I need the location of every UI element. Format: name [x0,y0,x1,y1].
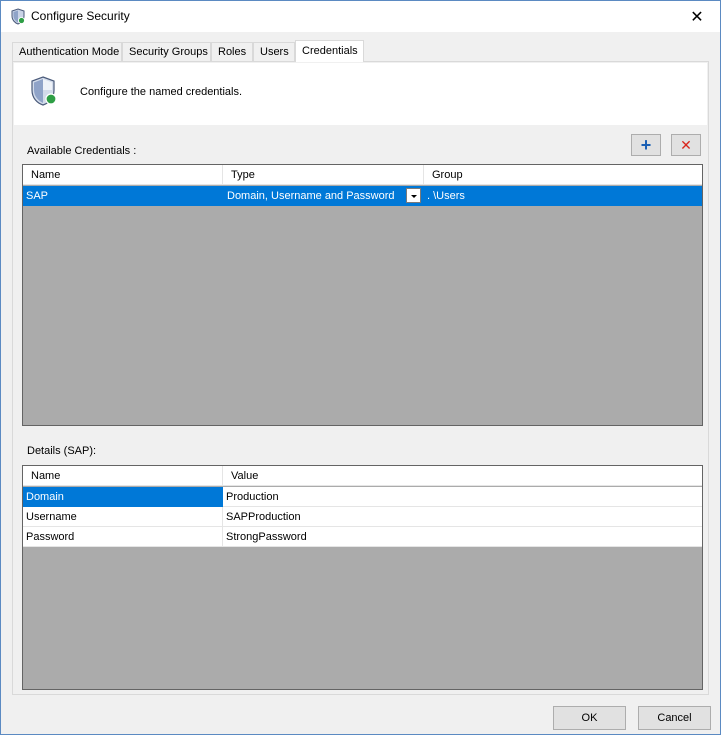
tab-roles[interactable]: Roles [211,42,253,61]
detail-name-cell[interactable]: Username [23,507,223,527]
available-credentials-label: Available Credentials : [27,145,137,157]
close-icon: ✕ [690,8,704,26]
table-row[interactable]: Username SAPProduction [23,507,702,527]
detail-name-cell[interactable]: Domain [23,487,223,507]
details-label: Details (SAP): [27,445,97,457]
column-header-name[interactable]: Name [23,466,223,486]
credentials-grid-header: Name Type Group [23,165,702,185]
ok-button[interactable]: OK [553,706,626,730]
shield-icon [11,8,25,25]
detail-name-cell[interactable]: Password [23,527,223,547]
chevron-down-icon[interactable] [406,188,421,203]
credentials-grid: Name Type Group SAP Domain, Username and… [22,164,703,426]
column-header-name[interactable]: Name [23,165,223,185]
title-bar: Configure Security ✕ [1,1,720,32]
column-header-group[interactable]: Group [424,165,702,185]
credential-type-value: Domain, Username and Password [227,190,395,202]
add-credential-button[interactable]: + [631,134,661,156]
shield-check-icon [31,76,57,106]
tab-authentication-mode[interactable]: Authentication Mode [12,42,122,61]
column-header-value[interactable]: Value [223,466,702,486]
credential-type-cell[interactable]: Domain, Username and Password [223,186,424,206]
cancel-button[interactable]: Cancel [638,706,711,730]
column-header-type[interactable]: Type [223,165,424,185]
detail-value-cell[interactable]: Production [223,487,702,507]
panel-header: Configure the named credentials. [14,63,707,125]
tab-label: Roles [218,46,247,58]
tab-label: Users [260,46,289,58]
tab-label: Credentials [302,45,358,57]
details-grid-header: Name Value [23,466,702,486]
tab-users[interactable]: Users [253,42,295,61]
remove-credential-button[interactable]: ✕ [671,134,701,156]
credentials-panel: Configure the named credentials. Availab… [12,61,709,695]
tab-credentials[interactable]: Credentials [295,40,364,62]
credential-group-cell[interactable]: . \Users [424,186,702,206]
header-description: Configure the named credentials. [80,86,243,98]
plus-icon: + [640,135,652,155]
details-grid: Name Value Domain Production Username SA… [22,465,703,690]
tab-label: Authentication Mode [19,46,120,58]
table-row[interactable]: SAP Domain, Username and Password . \Use… [23,186,702,206]
window-title: Configure Security [31,9,130,23]
detail-value-cell[interactable]: SAPProduction [223,507,702,527]
close-button[interactable]: ✕ [674,1,720,32]
tab-security-groups[interactable]: Security Groups [122,42,211,61]
tab-label: Security Groups [129,46,208,58]
detail-value-cell[interactable]: StrongPassword [223,527,702,547]
remove-icon: ✕ [680,137,692,153]
configure-security-dialog: Configure Security ✕ Authentication Mode… [0,0,721,735]
table-row[interactable]: Password StrongPassword [23,527,702,547]
credential-name-cell[interactable]: SAP [23,186,223,206]
table-row[interactable]: Domain Production [23,487,702,507]
